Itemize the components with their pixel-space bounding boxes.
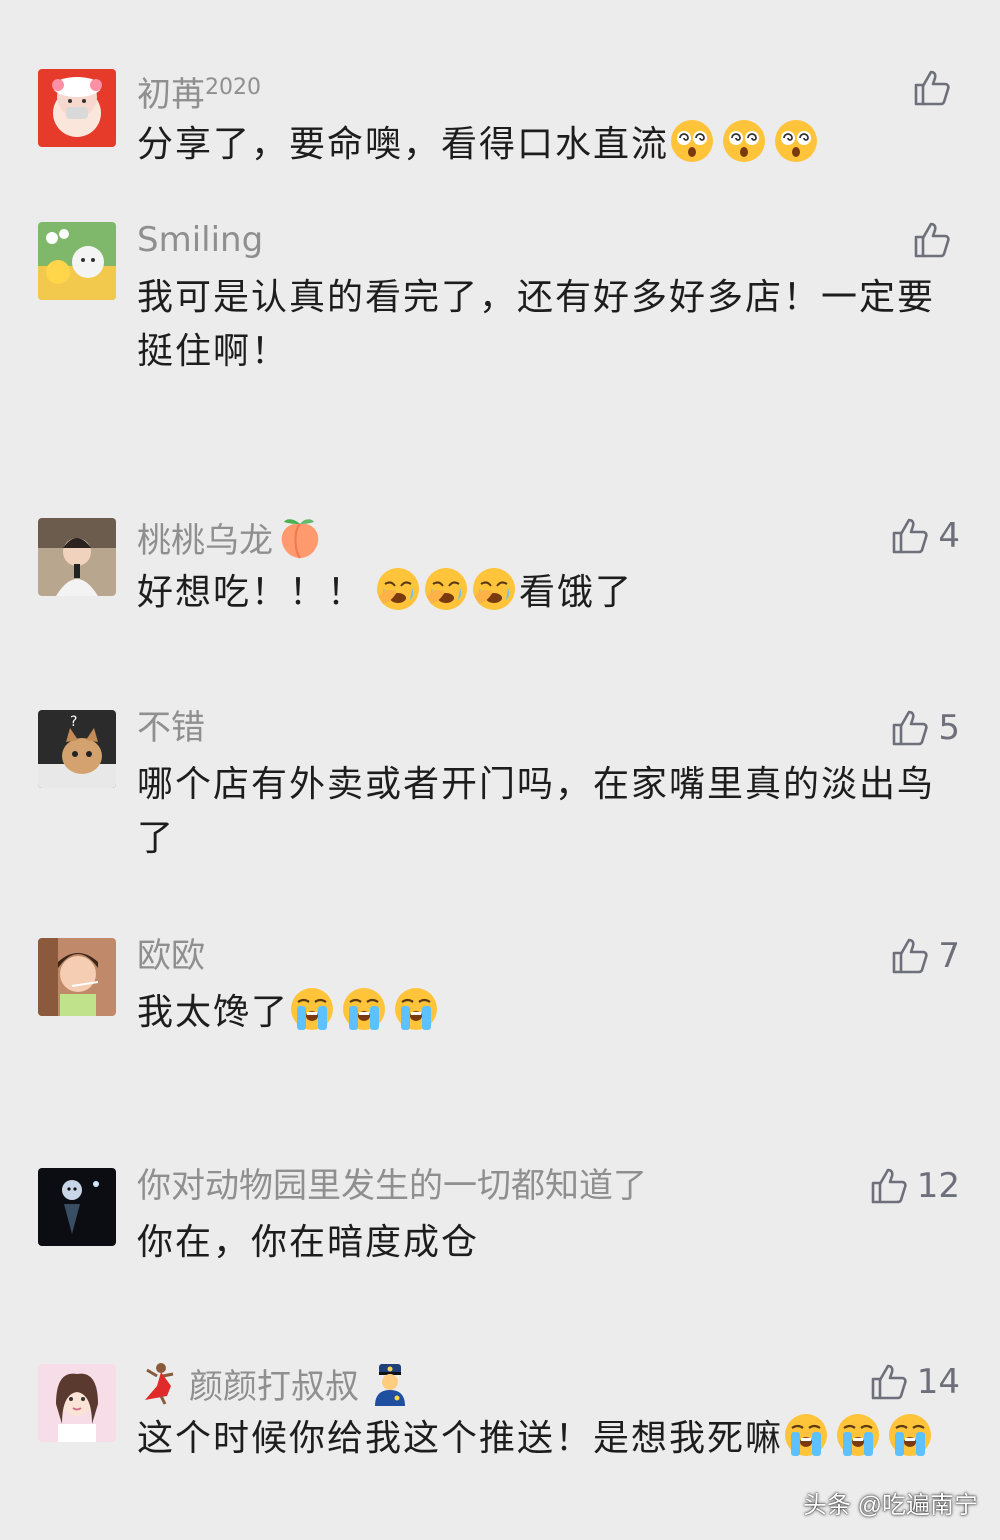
username[interactable]: 你对动物园里发生的一切都知道了: [137, 1164, 647, 1208]
username[interactable]: 初苒2020: [137, 66, 261, 115]
face-palm-cry-emoji: [471, 566, 517, 612]
like-button[interactable]: 7: [890, 934, 960, 978]
comment-text: 分享了，要命噢，看得口水直流: [137, 118, 957, 172]
username-text: 桃桃乌龙: [137, 521, 273, 561]
username[interactable]: 桃桃乌龙: [137, 514, 329, 561]
like-count: 14: [916, 1362, 960, 1402]
svg-text:?: ?: [70, 714, 77, 730]
thumbs-up-icon: [912, 68, 952, 108]
username[interactable]: 颜颜打叔叔: [137, 1360, 419, 1407]
like-count: 12: [916, 1166, 960, 1206]
loudly-crying-emoji: [341, 986, 387, 1032]
comment-text: 我可是认真的看完了，还有好多好多店！一定要挺住啊！: [137, 277, 936, 372]
avatar[interactable]: ?: [38, 710, 116, 788]
comment-text-before: 好想吃！！！: [137, 572, 366, 613]
username-text: 不错: [137, 708, 205, 748]
username-suffix: 2020: [205, 75, 261, 100]
loudly-crying-emoji: [289, 986, 335, 1032]
like-button[interactable]: 4: [890, 514, 960, 558]
loudly-crying-emoji: [393, 986, 439, 1032]
thumbs-up-icon: [890, 516, 930, 556]
face-palm-cry-emoji: [423, 566, 469, 612]
comment-text: 我太馋了: [137, 986, 957, 1040]
username[interactable]: 欧欧: [137, 934, 205, 978]
like-button[interactable]: [912, 66, 960, 110]
comment-text-content: 这个时候你给我这个推送！是想我死嘛: [137, 1418, 784, 1459]
like-button[interactable]: [912, 218, 960, 262]
avatar[interactable]: [38, 938, 116, 1016]
comment-text: 好想吃！！！ 看饿了: [137, 566, 957, 620]
username-text: 欧欧: [137, 936, 205, 976]
avatar[interactable]: [38, 1168, 116, 1246]
thumbs-up-icon: [890, 708, 930, 748]
like-button[interactable]: 12: [869, 1164, 960, 1208]
username-text: Smiling: [137, 220, 264, 260]
username[interactable]: 不错: [137, 706, 205, 750]
police-officer-emoji: [367, 1360, 413, 1406]
peach-emoji: [277, 514, 323, 560]
comment-text-content: 分享了，要命噢，看得口水直流: [137, 124, 670, 165]
username-text: 颜颜打叔叔: [189, 1367, 359, 1407]
avatar[interactable]: [38, 69, 116, 147]
like-count: 5: [938, 708, 960, 748]
dancer-emoji: [137, 1360, 183, 1406]
dizzy-face-emoji: [773, 118, 819, 164]
username-text: 初苒: [137, 75, 205, 115]
loudly-crying-emoji: [835, 1412, 881, 1458]
username[interactable]: Smiling: [137, 218, 263, 262]
dizzy-face-emoji: [721, 118, 767, 164]
avatar[interactable]: [38, 222, 116, 300]
comment-text: 你在，你在暗度成仓: [137, 1222, 480, 1263]
like-button[interactable]: 5: [890, 706, 960, 750]
thumbs-up-icon: [890, 936, 930, 976]
thumbs-up-icon: [912, 220, 952, 260]
comment-text: 哪个店有外卖或者开门吗，在家嘴里真的淡出鸟了: [137, 764, 936, 859]
loudly-crying-emoji: [887, 1412, 933, 1458]
like-count: 4: [938, 516, 960, 556]
face-palm-cry-emoji: [375, 566, 421, 612]
dizzy-face-emoji: [669, 118, 715, 164]
loudly-crying-emoji: [783, 1412, 829, 1458]
avatar[interactable]: [38, 518, 116, 596]
comment-text-content: 我太馋了: [137, 992, 290, 1033]
like-button[interactable]: 14: [869, 1360, 960, 1404]
thumbs-up-icon: [869, 1166, 909, 1206]
avatar[interactable]: [38, 1364, 116, 1442]
comment-text-after: 看饿了: [519, 572, 634, 613]
comment-text: 这个时候你给我这个推送！是想我死嘛: [137, 1412, 957, 1466]
watermark: 头条 @吃遍南宁: [802, 1492, 978, 1519]
thumbs-up-icon: [869, 1362, 909, 1402]
like-count: 7: [938, 936, 960, 976]
username-text: 你对动物园里发生的一切都知道了: [137, 1166, 647, 1206]
